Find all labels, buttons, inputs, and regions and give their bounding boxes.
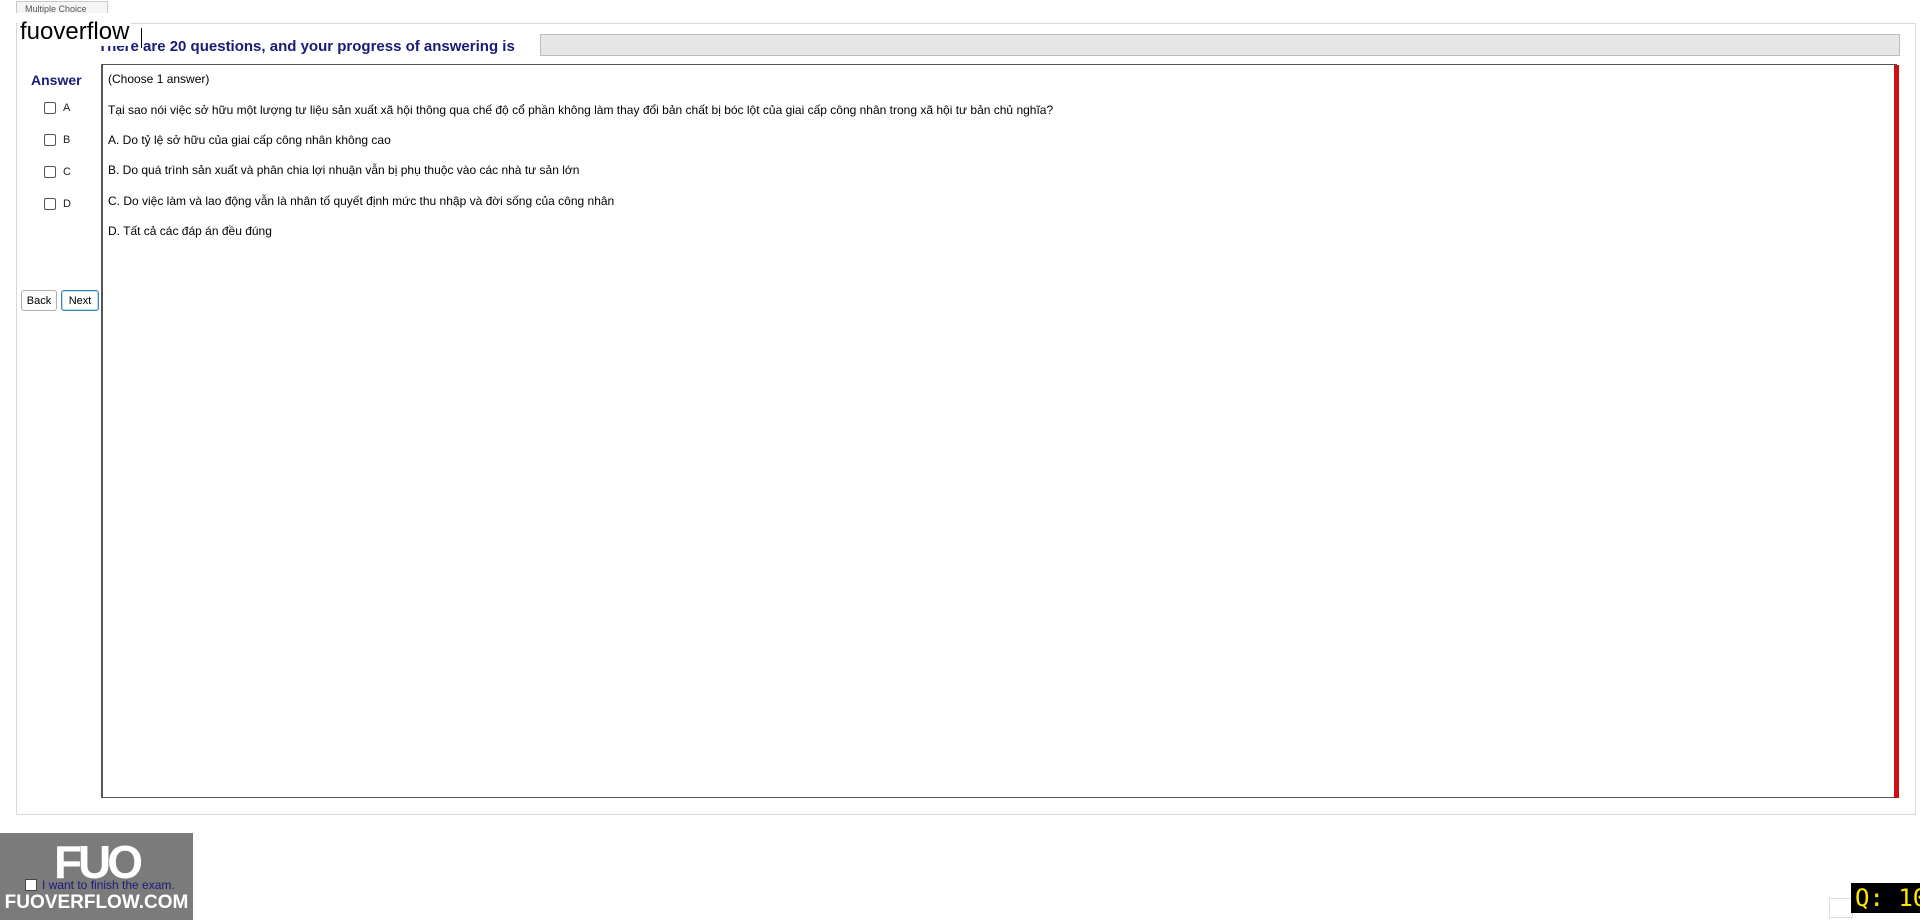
answer-option-c[interactable]: C (44, 166, 71, 178)
next-button[interactable]: Next (61, 290, 99, 311)
logo-text: FUOVERFLOW.COM (4, 892, 189, 913)
answer-option-label: B (63, 134, 71, 146)
answer-title: Answer (31, 72, 82, 88)
answer-option-label: A (63, 102, 71, 114)
watermark-text: fuoverflow (18, 18, 132, 46)
back-button[interactable]: Back (21, 290, 57, 311)
answer-option-label: D (63, 198, 71, 210)
answer-option-b[interactable]: B (44, 134, 70, 146)
question-counter: Q: 10 (1851, 883, 1920, 913)
answer-option-label: C (63, 166, 71, 178)
small-status-box (1829, 898, 1853, 918)
question-text: Tại sao nói việc sở hữu một lượng tư liệ… (108, 103, 1054, 117)
finish-checkbox-box[interactable] (25, 879, 37, 891)
tab-multiple-choice[interactable]: Multiple Choice (16, 1, 108, 14)
answer-option-d[interactable]: D (44, 198, 71, 210)
choice-c: C. Do việc làm và lao động vẫn là nhân t… (108, 194, 615, 208)
answer-option-a[interactable]: A (44, 102, 70, 114)
checkbox-c[interactable] (44, 166, 56, 178)
finish-label: I want to finish the exam. (42, 878, 175, 892)
checkbox-a[interactable] (44, 102, 56, 114)
question-instruction: (Choose 1 answer) (108, 72, 210, 86)
finish-exam-checkbox[interactable]: I want to finish the exam. (25, 878, 175, 892)
choice-a: A. Do tỷ lệ sở hữu của giai cấp công nhâ… (108, 133, 391, 147)
checkbox-b[interactable] (44, 134, 56, 146)
fuoverflow-logo: FUO FUOVERFLOW.COM (0, 833, 193, 920)
scrollbar[interactable] (1894, 65, 1899, 798)
checkbox-d[interactable] (44, 198, 56, 210)
choice-d: D. Tất cả các đáp án đều đúng (108, 224, 272, 238)
progress-bar (540, 34, 1900, 56)
choice-b: B. Do quá trình sản xuất và phân chia lợ… (108, 163, 580, 177)
progress-label: There are 20 questions, and your progres… (98, 38, 515, 55)
text-caret (141, 28, 142, 48)
